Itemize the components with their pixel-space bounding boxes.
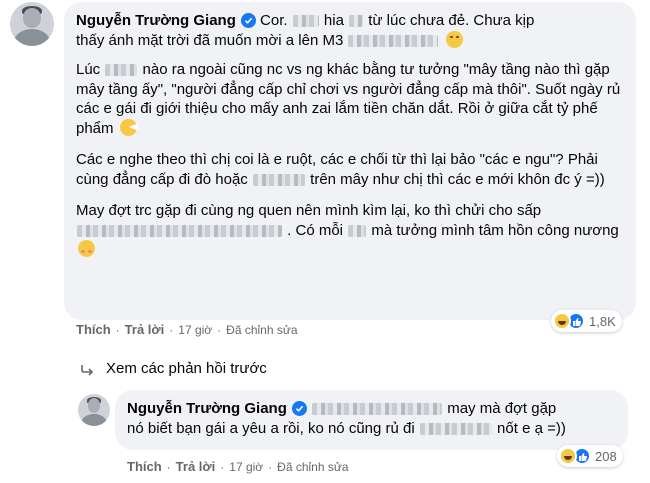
verified-badge-icon [240, 13, 256, 29]
reaction-summary[interactable]: 208 [557, 445, 623, 467]
comment-bubble: Nguyễn Trường Giang Cor. hia từ lúc chưa… [64, 2, 636, 320]
author-name[interactable]: Nguyễn Trường Giang [127, 399, 287, 419]
comment-text: Cor. [260, 12, 288, 29]
redacted-text [419, 422, 492, 435]
avatar[interactable] [78, 394, 110, 426]
comment-text: từ lúc chưa đẻ. Chưa kịp [368, 12, 535, 29]
reaction-count: 208 [595, 448, 617, 464]
comment-author[interactable]: Nguyễn Trường Giang [76, 11, 256, 31]
comment-text: may mà đợt gặp [447, 400, 557, 417]
reaction-count: 1,8K [589, 313, 616, 329]
comment-text: nốt e ạ =)) [497, 419, 566, 437]
blush-emoji-icon [78, 240, 95, 257]
avatar[interactable] [10, 2, 54, 46]
reply-button[interactable]: Trả lời [176, 459, 216, 474]
redacted-text [348, 34, 439, 47]
comment-text: . Có mỗi [287, 221, 344, 239]
redacted-text [252, 173, 305, 186]
edited-label[interactable]: Đã chỉnh sửa [226, 323, 297, 337]
like-button[interactable]: Thích [127, 459, 162, 474]
comment-text: May đợt trc gặp đi cùng ng quen nên mình… [76, 202, 542, 219]
comment-text: Lúc [76, 61, 101, 78]
reply-bubble: Nguyễn Trường Giang may mà đợt gặp nó bi… [115, 390, 628, 450]
redacted-text [312, 403, 443, 416]
author-name[interactable]: Nguyễn Trường Giang [76, 11, 236, 31]
comment-timestamp[interactable]: 17 giờ [229, 460, 263, 474]
comment-text: mà tưởng mình tâm hồn công nương [371, 221, 619, 239]
haha-reaction-icon [559, 447, 577, 465]
comment-actions: Thích · Trả lời · 17 giờ · Đã chỉnh sửa [76, 322, 298, 337]
verified-badge-icon [291, 401, 307, 417]
comment-text: nó biết bạn gái a yêu a rồi, ko nó cũng … [127, 419, 415, 437]
tired-emoji-icon [445, 30, 463, 48]
reaction-summary[interactable]: 1,8K [551, 310, 622, 332]
comment-text: trên mây như chị thì các e mới khôn đc ý… [310, 170, 605, 188]
redacted-text [105, 64, 138, 77]
comment-text: hia [323, 12, 344, 29]
edited-label[interactable]: Đã chỉnh sửa [277, 460, 348, 474]
pacman-emoji-icon [119, 118, 137, 136]
like-button[interactable]: Thích [76, 322, 111, 337]
reply-button[interactable]: Trả lời [125, 322, 165, 337]
comment-text: thấy ánh mặt trời đã muốn mời a lên M3 [76, 31, 344, 49]
redacted-text [77, 224, 282, 237]
comment-author[interactable]: Nguyễn Trường Giang [127, 399, 307, 419]
view-previous-label[interactable]: Xem các phản hồi trước [106, 360, 267, 377]
redacted-text [292, 15, 319, 28]
view-previous-replies[interactable]: Xem các phản hồi trước [80, 360, 267, 377]
redacted-text [348, 224, 367, 237]
comment-text: nào ra ngoài cũng nc vs ng khác bằng tư … [76, 61, 621, 137]
haha-reaction-icon [553, 312, 571, 330]
reply-actions: Thích · Trả lời · 17 giờ · Đã chỉnh sửa [127, 459, 349, 474]
redacted-text [349, 15, 364, 28]
comment-timestamp[interactable]: 17 giờ [178, 323, 212, 337]
reply-arrow-icon [80, 363, 94, 376]
